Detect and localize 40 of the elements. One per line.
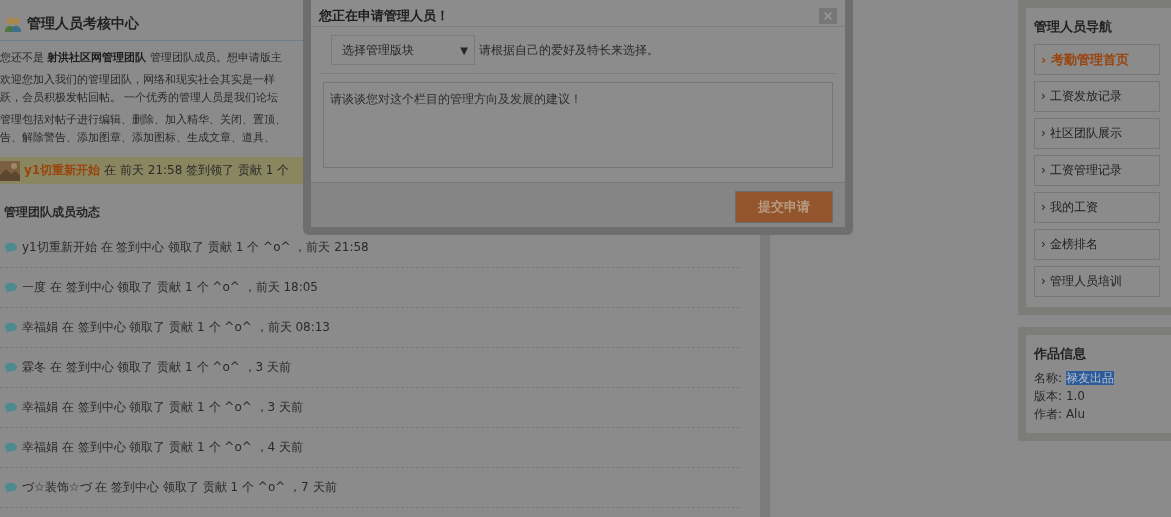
activity-text: 霖冬 在 签到中心 领取了 贡献 1 个 ^o^ ，3 天前 [22, 359, 292, 376]
speech-bubble-icon [4, 281, 18, 294]
panel-title: 管理人员考核中心 [27, 15, 139, 33]
nav-link[interactable]: › 我的工资 [1034, 192, 1160, 223]
activity-text: 幸福娟 在 签到中心 领取了 贡献 1 个 ^o^ ，3 天前 [22, 399, 304, 416]
activity-text: 幸福娟 在 签到中心 领取了 贡献 1 个 ^o^ ，4 天前 [22, 439, 304, 456]
speech-bubble-icon [4, 361, 18, 374]
intro-text: 您还不是 射洪社区网管理团队 管理团队成员。想申请版主 [0, 50, 282, 65]
nav-link[interactable]: › 工资发放记录 [1034, 81, 1160, 112]
people-icon [4, 16, 22, 32]
speech-bubble-icon [4, 241, 18, 254]
info-line: 作者: Alu [1034, 406, 1087, 423]
speech-bubble-icon [4, 321, 18, 334]
board-select[interactable]: 选择管理版块 ▼ [331, 35, 475, 65]
close-icon [822, 10, 834, 22]
intro-text: 告、解除警告、添加图章、添加图标、生成文章、道具、 [0, 130, 275, 145]
activity-text: づ☆装饰☆づ 在 签到中心 领取了 贡献 1 个 ^o^ ，7 天前 [22, 479, 337, 496]
activity-text: 一度 在 签到中心 领取了 贡献 1 个 ^o^ ，前天 18:05 [22, 279, 318, 296]
nav-link[interactable]: › 金榜排名 [1034, 229, 1160, 260]
dialog-title: 您正在申请管理人员！ [319, 7, 449, 25]
nav-link[interactable]: › 管理人员培训 [1034, 266, 1160, 297]
speech-bubble-icon [4, 441, 18, 454]
speech-bubble-icon [4, 401, 18, 414]
signin-text: 在 前天 21:58 签到领了 贡献 1 个 [104, 162, 290, 179]
intro-text: 跃，会员积极发帖回帖。 一个优秀的管理人员是我们论坛 [0, 90, 279, 105]
activity-text: 幸福娟 在 签到中心 领取了 贡献 1 个 ^o^ ，前天 08:13 [22, 319, 330, 336]
suggestion-field[interactable]: 请谈谈您对这个栏目的管理方向及发展的建议！ [323, 82, 833, 168]
speech-bubble-icon [4, 481, 18, 494]
intro-text: 欢迎您加入我们的管理团队，网络和现实社会其实是一样 [0, 72, 275, 87]
nav-link[interactable]: › 工资管理记录 [1034, 155, 1160, 186]
info-title: 作品信息 [1034, 345, 1087, 363]
section-title: 管理团队成员动态 [4, 204, 101, 221]
select-hint: 请根据自己的爱好及特长来选择。 [479, 41, 659, 59]
nav-link[interactable]: › 社区团队展示 [1034, 118, 1160, 149]
close-button[interactable] [819, 8, 837, 24]
nav-title: 管理人员导航 [1034, 18, 1113, 36]
activity-text: y1切重新开始 在 签到中心 领取了 贡献 1 个 ^o^ ，前天 21:58 [22, 239, 369, 256]
info-line: 版本: 1.0 [1034, 388, 1086, 405]
info-line: 名称: 禄友出品 [1034, 370, 1115, 387]
intro-text: 管理包括对帖子进行编辑、删除、加入精华、关闭、置顶、 [0, 112, 286, 127]
